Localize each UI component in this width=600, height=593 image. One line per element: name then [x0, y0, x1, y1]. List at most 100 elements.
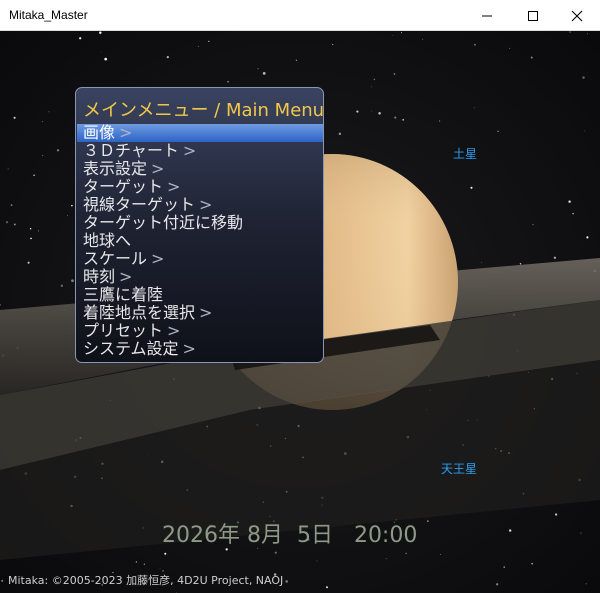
star — [27, 261, 30, 264]
star — [373, 78, 376, 81]
star — [402, 118, 405, 121]
star — [481, 262, 482, 263]
star — [394, 116, 397, 119]
star — [392, 34, 394, 36]
star — [553, 256, 557, 260]
menu-item-label: 時刻 — [83, 267, 116, 286]
minimize-button[interactable] — [464, 0, 510, 31]
star — [439, 120, 441, 122]
submenu-arrow-icon: > — [119, 123, 133, 142]
star — [582, 76, 585, 79]
close-icon — [571, 10, 583, 22]
star — [295, 59, 298, 61]
star — [13, 223, 16, 226]
star — [143, 563, 145, 565]
main-menu: メインメニュー / Main Menu 画像 >３Ｄチャート > 表示設定 > ターゲット… — [75, 87, 324, 363]
star — [316, 560, 318, 562]
star — [79, 37, 82, 40]
star — [385, 558, 387, 560]
date-time-display: 2026年 8月 5日 20:00 — [162, 523, 418, 548]
star — [100, 51, 102, 53]
star — [378, 112, 381, 115]
submenu-arrow-icon: > — [151, 249, 165, 268]
menu-item[interactable]: 時刻 > — [77, 268, 323, 286]
star — [41, 121, 43, 123]
menu-item-label: システム設定 — [83, 339, 179, 358]
menu-item[interactable]: ターゲット付近に移動 — [77, 214, 323, 232]
star — [439, 554, 441, 555]
menu-item[interactable]: スケール > — [77, 250, 323, 268]
star — [104, 57, 108, 61]
menu-title: メインメニュー / Main Menu — [83, 100, 324, 121]
menu-item[interactable]: 画像 > — [77, 124, 323, 142]
maximize-icon — [528, 11, 538, 21]
menu-item-label: 視線ターゲット — [83, 195, 196, 214]
star — [37, 230, 40, 232]
menu-item[interactable]: システム設定 > — [77, 340, 323, 358]
window-title: Mitaka_Master — [9, 8, 88, 22]
maximize-button[interactable] — [510, 0, 556, 31]
star — [584, 130, 586, 132]
star — [474, 43, 476, 46]
star — [164, 552, 167, 555]
menu-item[interactable]: ３Ｄチャート > — [77, 142, 323, 160]
star — [99, 31, 102, 34]
star — [29, 228, 32, 230]
star — [568, 200, 571, 203]
star — [30, 237, 32, 240]
star — [5, 221, 9, 224]
menu-item[interactable]: 地球へ — [77, 232, 323, 250]
submenu-arrow-icon: > — [182, 339, 196, 358]
menu-item-label: ターゲット付近に移動 — [83, 213, 244, 232]
star — [422, 38, 424, 40]
close-button[interactable] — [554, 0, 600, 31]
menu-item-label: プリセット — [83, 321, 164, 340]
star — [497, 130, 499, 132]
menu-item[interactable]: 表示設定 > — [77, 160, 323, 178]
menu-item[interactable]: 三鷹に着陸 — [77, 286, 323, 304]
submenu-arrow-icon: > — [167, 321, 181, 340]
uranus-label: 天王星 — [441, 462, 478, 476]
star — [554, 513, 558, 516]
menu-item-label: 画像 — [83, 123, 116, 142]
star — [326, 586, 328, 589]
star — [503, 566, 505, 568]
star — [585, 583, 587, 585]
menu-item-label: スケール — [83, 249, 148, 268]
star — [405, 552, 407, 554]
menu-item[interactable]: 着陸地点を選択 > — [77, 304, 323, 322]
star — [427, 520, 429, 522]
title-bar[interactable]: Mitaka_Master — [0, 0, 600, 31]
app-window: Mitaka_Master メインメニュー / Main Menu 画像 > ３… — [0, 0, 600, 593]
star — [473, 107, 475, 109]
star — [227, 80, 229, 83]
credit-text: Mitaka: ©2005-2023 加藤恒彦, 4D2U Project, N… — [8, 574, 284, 587]
star — [42, 155, 44, 157]
star — [1, 579, 4, 582]
menu-item[interactable]: ターゲット > — [77, 178, 323, 196]
menu-item-label: ターゲット — [83, 177, 164, 196]
star — [519, 263, 522, 265]
star — [470, 186, 473, 189]
star — [257, 68, 259, 70]
star — [10, 204, 13, 207]
star — [166, 55, 169, 59]
submenu-arrow-icon: > — [182, 141, 197, 160]
star — [7, 168, 9, 170]
menu-item-label: 表示設定 — [83, 159, 148, 178]
star — [33, 174, 35, 177]
star — [393, 73, 396, 75]
star — [262, 72, 266, 75]
star — [580, 532, 582, 534]
menu-item-label: 着陸地点を選択 — [83, 303, 196, 322]
menu-item[interactable]: 視線ターゲット > — [77, 196, 323, 214]
star — [338, 132, 342, 136]
menu-item[interactable]: プリセット > — [77, 322, 323, 340]
star — [71, 279, 74, 283]
star — [56, 149, 60, 152]
saturn-label: 土星 — [453, 147, 478, 161]
menu-item-label: 三鷹に着陸 — [83, 285, 164, 304]
submenu-arrow-icon: > — [119, 267, 133, 286]
star — [572, 212, 574, 215]
star — [13, 116, 16, 119]
